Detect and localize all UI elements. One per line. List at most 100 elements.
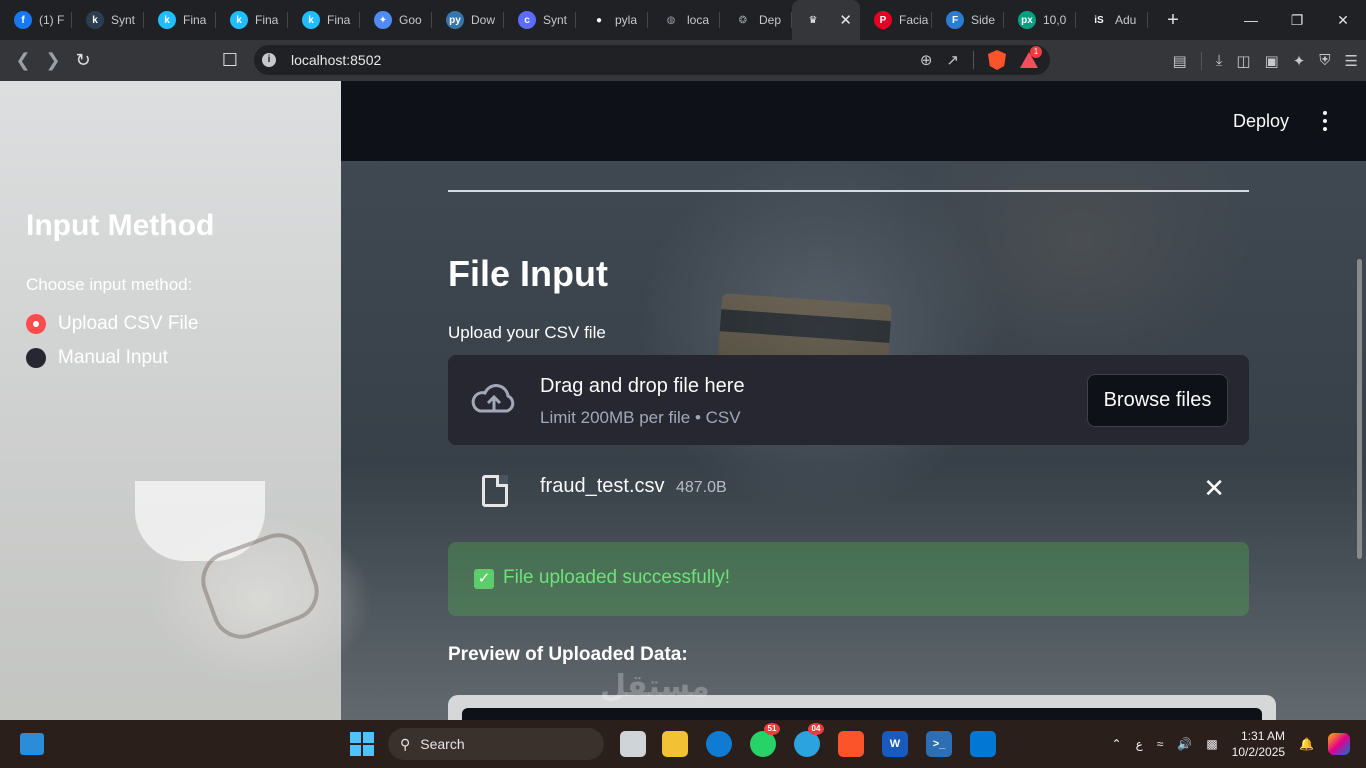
minimize-icon[interactable]: — xyxy=(1228,0,1274,40)
taskbar-search[interactable]: ⚲ Search xyxy=(388,728,604,760)
keyboard-language[interactable]: ع xyxy=(1136,737,1143,751)
edge-icon[interactable] xyxy=(706,731,732,757)
success-alert: ✓ File uploaded successfully! xyxy=(448,542,1249,616)
browser-tab[interactable]: k Fina xyxy=(288,0,360,40)
brave-shields-icon[interactable] xyxy=(988,50,1006,70)
browser-tab[interactable]: iS Adu xyxy=(1076,0,1148,40)
start-icon[interactable] xyxy=(350,732,374,756)
tab-label: Synt xyxy=(111,13,136,27)
browser-tab[interactable]: k Fina xyxy=(216,0,288,40)
reload-icon[interactable]: ↻ xyxy=(68,46,98,76)
close-window-icon[interactable]: ✕ xyxy=(1320,0,1366,40)
bookmark-icon[interactable]: ☐ xyxy=(215,46,245,76)
data-preview-table[interactable] xyxy=(448,695,1276,720)
tab-label: Dow xyxy=(471,13,496,27)
browser-tab[interactable]: c Synt xyxy=(504,0,576,40)
copilot-icon[interactable] xyxy=(1328,733,1350,755)
site-info-icon[interactable]: i xyxy=(262,53,276,67)
github-icon: ● xyxy=(595,14,603,26)
pinterest-icon: P xyxy=(874,11,892,29)
taskbar: ⚲ Search 51 04 W >_ ⌃ ع ≈ 🔊 ▩ 1:31 AM 10… xyxy=(0,720,1366,768)
kaggle-icon: k xyxy=(230,11,248,29)
browser-tab[interactable]: ♛ ✕ xyxy=(792,0,860,40)
rewards-badge: 1 xyxy=(1030,46,1042,58)
deploy-button[interactable]: Deploy xyxy=(1233,111,1289,132)
sidebar-heading: Input Method xyxy=(26,209,215,242)
browser-tab[interactable]: px 10,0 xyxy=(1004,0,1076,40)
sidebar: Input Method Choose input method: Upload… xyxy=(0,81,341,720)
forms-icon: F xyxy=(946,11,964,29)
downloads-icon[interactable]: ⤓ xyxy=(1216,52,1223,69)
page-title: File Input xyxy=(448,253,608,294)
wifi-icon[interactable]: ≈ xyxy=(1157,737,1164,751)
gemini-icon: ✦ xyxy=(374,11,392,29)
file-dropzone[interactable]: Drag and drop file here Limit 200MB per … xyxy=(448,355,1249,445)
sidebar-toggle-icon[interactable]: ◫ xyxy=(1236,52,1250,70)
browser-tab[interactable]: ● pyla xyxy=(576,0,648,40)
python-icon: py xyxy=(446,11,464,29)
brave-icon[interactable] xyxy=(838,731,864,757)
search-placeholder: Search xyxy=(420,736,465,752)
tab-label: Dep xyxy=(759,13,782,27)
zoom-icon[interactable]: ⊕ xyxy=(920,51,933,69)
restore-icon[interactable]: ❐ xyxy=(1274,0,1320,40)
file-explorer-icon[interactable] xyxy=(662,731,688,757)
browser-tab[interactable]: py Dow xyxy=(432,0,504,40)
widgets-icon[interactable] xyxy=(20,733,44,755)
clock[interactable]: 1:31 AM 10/2/2025 xyxy=(1232,728,1285,760)
forward-icon[interactable]: ❯ xyxy=(38,46,68,76)
browser-tab[interactable]: ◍ loca xyxy=(648,0,720,40)
tab-label: Side xyxy=(971,13,996,27)
scrollbar[interactable] xyxy=(1352,241,1366,720)
volume-icon[interactable]: 🔊 xyxy=(1177,737,1192,751)
close-tab-icon[interactable]: ✕ xyxy=(839,11,852,29)
radio-unselected-icon[interactable] xyxy=(26,348,46,368)
vpn-icon[interactable]: ⛨ xyxy=(1319,52,1330,69)
menu-icon[interactable]: ☰ xyxy=(1345,52,1358,70)
streamlit-icon: ♛ xyxy=(808,14,818,26)
show-hidden-icons-icon[interactable]: ⌃ xyxy=(1112,737,1122,751)
browser-tab[interactable]: k Synt xyxy=(72,0,144,40)
reading-mode-icon[interactable]: ▤ xyxy=(1173,52,1187,70)
radio-manual-input[interactable]: Manual Input xyxy=(26,347,168,369)
app-viewport: Input Method Choose input method: Upload… xyxy=(0,81,1366,720)
notifications-icon[interactable]: 🔔 xyxy=(1299,737,1314,751)
browser-tab[interactable]: F Side xyxy=(932,0,1004,40)
globe-icon: ◍ xyxy=(666,14,676,26)
tab-label: Facia xyxy=(899,13,929,27)
remove-file-icon[interactable]: ✕ xyxy=(1203,473,1225,504)
window-controls: — ❐ ✕ xyxy=(1228,0,1366,40)
radio-option-label: Manual Input xyxy=(58,347,168,368)
wallet-icon[interactable]: ▣ xyxy=(1265,52,1279,70)
radio-selected-icon[interactable] xyxy=(26,314,46,334)
share-icon[interactable]: ↗ xyxy=(946,51,959,69)
browser-tab[interactable]: f (1) F xyxy=(0,0,72,40)
back-icon[interactable]: ❮ xyxy=(8,46,38,76)
browser-tab[interactable]: ✦ Goo xyxy=(360,0,432,40)
whatsapp-icon[interactable]: 51 xyxy=(750,723,780,757)
brave-rewards-icon[interactable]: 1 xyxy=(1020,46,1042,68)
browser-tab[interactable]: k Fina xyxy=(144,0,216,40)
task-view-icon[interactable] xyxy=(620,731,646,757)
radio-option-label: Upload CSV File xyxy=(58,313,199,334)
powershell-icon[interactable]: >_ xyxy=(926,731,952,757)
browse-files-button[interactable]: Browse files xyxy=(1087,374,1228,427)
browser-tab[interactable]: ❂ Dep xyxy=(720,0,792,40)
checkmark-icon: ✓ xyxy=(474,569,494,589)
browser-toolbar: ❮ ❯ ↻ ☐ i localhost:8502 ⊕ ↗ 1 ▤ ⤓ ◫ ▣ ✦… xyxy=(0,40,1366,81)
address-bar[interactable]: i localhost:8502 ⊕ ↗ 1 xyxy=(254,45,1050,75)
preview-heading: Preview of Uploaded Data: xyxy=(448,644,688,665)
watermark: مستقل xyxy=(600,670,710,703)
battery-icon[interactable]: ▩ xyxy=(1206,737,1217,751)
word-icon[interactable]: W xyxy=(882,731,908,757)
leo-ai-icon[interactable]: ✦ xyxy=(1293,52,1306,70)
divider xyxy=(448,190,1249,192)
new-tab-icon[interactable]: + xyxy=(1158,9,1188,32)
clock-time: 1:31 AM xyxy=(1241,729,1286,743)
telegram-icon[interactable]: 04 xyxy=(794,723,824,757)
openai-icon: ❂ xyxy=(738,14,748,26)
more-options-icon[interactable] xyxy=(1322,111,1328,131)
vscode-icon[interactable] xyxy=(970,731,996,757)
browser-tab[interactable]: P Facia xyxy=(860,0,932,40)
radio-upload-csv[interactable]: Upload CSV File xyxy=(26,313,198,335)
